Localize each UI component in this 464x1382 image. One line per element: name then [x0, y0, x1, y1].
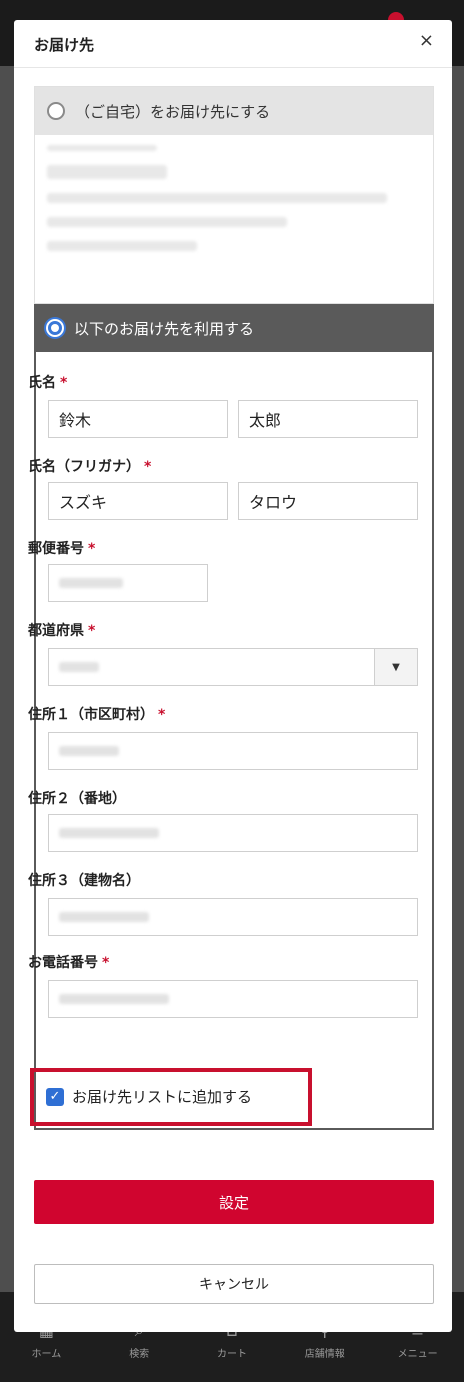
address1-input[interactable]	[48, 732, 418, 770]
first-name-kana-input[interactable]: タロウ	[238, 482, 418, 520]
last-name-kana-input[interactable]: スズキ	[48, 482, 228, 520]
last-name-input[interactable]: 鈴木	[48, 400, 228, 438]
last-name-value: 鈴木	[59, 411, 92, 430]
first-name-value: 太郎	[249, 411, 282, 430]
required-mark: *	[88, 541, 96, 557]
address2-input[interactable]	[48, 814, 418, 852]
chevron-down-icon: ▼	[392, 661, 400, 673]
phone-label: お電話番号 *	[28, 952, 109, 972]
prefecture-label: 都道府県 *	[28, 620, 95, 640]
postal-code-blurred-value	[59, 578, 123, 588]
home-address-option: （ご自宅）をお届け先にする	[34, 86, 434, 304]
prefecture-label-text: 都道府県	[28, 623, 84, 639]
address1-blurred-value	[59, 746, 119, 756]
home-address-details	[35, 135, 433, 273]
address3-blurred-value	[59, 912, 149, 922]
prefecture-select[interactable]	[48, 648, 386, 686]
required-mark: *	[60, 375, 68, 391]
name-label-text: 氏名	[28, 375, 56, 391]
save-to-list-checkbox[interactable]: ✓	[46, 1087, 64, 1106]
new-address-radio[interactable]	[46, 319, 64, 337]
prefecture-dropdown-button[interactable]: ▼	[374, 648, 418, 686]
address2-blurred-value	[59, 828, 159, 838]
required-mark: *	[88, 623, 96, 639]
address3-input[interactable]	[48, 898, 418, 936]
modal-header: お届け先 ×	[14, 20, 452, 68]
address3-label-text: 住所３（建物名）	[28, 873, 140, 889]
name-label: 氏名 *	[28, 372, 67, 392]
delivery-address-modal: お届け先 × （ご自宅）をお届け先にする 以下のお届け先を利用する 氏名 * 鈴木…	[14, 20, 452, 1332]
home-address-radio-row[interactable]: （ご自宅）をお届け先にする	[35, 87, 433, 135]
modal-title: お届け先	[34, 36, 95, 54]
required-mark: *	[102, 955, 110, 971]
last-name-kana-value: スズキ	[59, 493, 108, 512]
address2-label: 住所２（番地）	[28, 788, 126, 808]
address2-label-text: 住所２（番地）	[28, 791, 126, 807]
phone-label-text: お電話番号	[28, 955, 98, 971]
save-to-list-label: お届け先リストに追加する	[72, 1088, 253, 1106]
kana-label: 氏名（フリガナ） *	[28, 456, 151, 476]
home-phone-blurred	[47, 241, 197, 251]
nav-label-cart: カート	[216, 1349, 247, 1360]
home-name-blurred	[47, 165, 167, 179]
nav-label-store: 店舗情報	[304, 1349, 345, 1360]
postal-code-label-text: 郵便番号	[28, 541, 84, 557]
phone-blurred-value	[59, 994, 169, 1004]
close-icon[interactable]: ×	[419, 30, 434, 51]
cancel-button[interactable]: キャンセル	[34, 1264, 434, 1304]
home-address-line1-blurred	[47, 193, 387, 203]
save-to-list-row[interactable]: ✓ お届け先リストに追加する	[46, 1086, 252, 1107]
required-mark: *	[158, 707, 166, 723]
first-name-input[interactable]: 太郎	[238, 400, 418, 438]
home-address-line2-blurred	[47, 217, 287, 227]
new-address-radio-row[interactable]: 以下のお届け先を利用する	[34, 304, 434, 352]
first-name-kana-value: タロウ	[249, 493, 298, 512]
home-address-radio[interactable]	[47, 102, 65, 120]
home-name-kana-blurred	[47, 145, 157, 151]
address1-label: 住所１（市区町村） *	[28, 704, 165, 724]
prefecture-blurred-value	[59, 662, 99, 672]
address1-label-text: 住所１（市区町村）	[28, 707, 154, 723]
home-address-label: （ご自宅）をお届け先にする	[75, 102, 271, 121]
kana-label-text: 氏名（フリガナ）	[28, 459, 140, 475]
submit-button[interactable]: 設定	[34, 1180, 434, 1224]
postal-code-label: 郵便番号 *	[28, 538, 95, 558]
nav-label-search: 検索	[129, 1349, 150, 1360]
phone-input[interactable]	[48, 980, 418, 1018]
nav-label-home: ホーム	[31, 1349, 62, 1360]
new-address-label: 以下のお届け先を利用する	[74, 319, 255, 338]
required-mark: *	[144, 459, 152, 475]
address3-label: 住所３（建物名）	[28, 870, 140, 890]
postal-code-input[interactable]	[48, 564, 208, 602]
nav-label-menu: メニュー	[397, 1349, 438, 1360]
